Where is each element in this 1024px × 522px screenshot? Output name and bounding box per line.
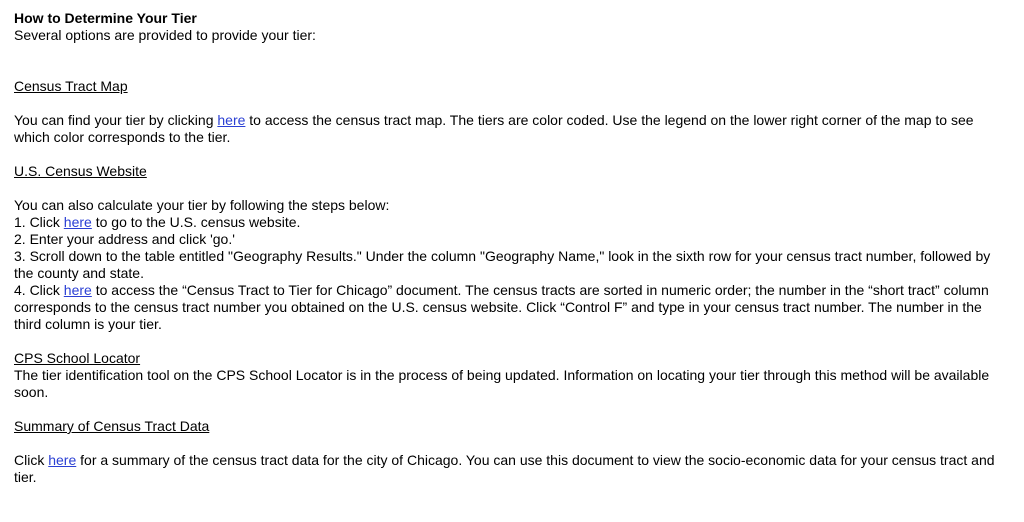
document-page: How to Determine Your Tier Several optio… bbox=[0, 0, 1024, 486]
cps-locator-text: The tier identification tool on the CPS … bbox=[14, 367, 990, 400]
census-website-intro: You can also calculate your tier by foll… bbox=[14, 197, 390, 213]
step-3: 3. Scroll down to the table entitled "Ge… bbox=[14, 248, 991, 281]
step-2: 2. Enter your address and click 'go.' bbox=[14, 231, 235, 247]
page-title: How to Determine Your Tier bbox=[14, 10, 197, 26]
text-segment: to access the “Census Tract to Tier for … bbox=[14, 282, 989, 332]
summary-text: Click here for a summary of the census t… bbox=[14, 452, 1010, 486]
section-heading-cps-locator: CPS School Locator bbox=[14, 350, 141, 366]
text-segment: Click bbox=[14, 452, 49, 468]
section-heading-census-website: U.S. Census Website bbox=[14, 163, 147, 179]
text-segment: for a summary of the census tract data f… bbox=[14, 452, 995, 485]
text-segment: You can find your tier by clicking bbox=[14, 112, 218, 128]
step-4: 4. Click here to access the “Census Trac… bbox=[14, 282, 1010, 333]
census-tract-map-link[interactable]: here bbox=[217, 112, 245, 128]
text-segment: 1. Click bbox=[14, 214, 64, 230]
census-tract-map-text: You can find your tier by clicking here … bbox=[14, 112, 1010, 146]
intro-text: Several options are provided to provide … bbox=[14, 27, 316, 43]
summary-link[interactable]: here bbox=[48, 452, 76, 468]
step-1: 1. Click here to go to the U.S. census w… bbox=[14, 214, 1010, 231]
section-heading-census-tract-map: Census Tract Map bbox=[14, 78, 128, 94]
census-tract-to-tier-link[interactable]: here bbox=[64, 282, 92, 298]
census-website-link[interactable]: here bbox=[64, 214, 92, 230]
text-segment: to go to the U.S. census website. bbox=[91, 214, 301, 230]
section-heading-summary: Summary of Census Tract Data bbox=[14, 418, 210, 434]
text-segment: 4. Click bbox=[14, 282, 64, 298]
